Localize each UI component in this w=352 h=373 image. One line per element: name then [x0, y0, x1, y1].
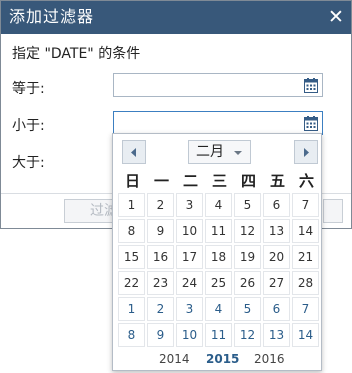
day-cell[interactable]: 14	[292, 323, 319, 347]
less-than-date-field[interactable]	[113, 111, 323, 135]
day-cell[interactable]: 11	[205, 323, 232, 347]
dialog-title: 添加过滤器	[9, 7, 95, 26]
day-cell[interactable]: 27	[263, 271, 290, 295]
weekday-label: 日	[124, 172, 140, 190]
weekday-label: 五	[269, 172, 285, 190]
day-cell[interactable]: 13	[263, 219, 290, 243]
secondary-footer-button[interactable]	[323, 199, 343, 223]
day-cell[interactable]: 26	[234, 271, 261, 295]
chevron-right-icon	[304, 148, 309, 157]
less-than-label: 小于:	[12, 118, 45, 134]
year-option[interactable]: 2014	[159, 352, 190, 366]
greater-than-label: 大于:	[12, 155, 45, 171]
day-cell[interactable]: 4	[205, 297, 232, 321]
day-cell[interactable]: 9	[147, 219, 174, 243]
year-option[interactable]: 2016	[254, 352, 285, 366]
day-cell[interactable]: 9	[147, 323, 174, 347]
day-cell[interactable]: 24	[176, 271, 203, 295]
weekday-label: 六	[298, 172, 314, 190]
equals-date-field[interactable]	[113, 73, 323, 97]
day-cell[interactable]: 20	[263, 245, 290, 269]
day-cell[interactable]: 7	[292, 193, 319, 217]
month-select[interactable]: 二月	[188, 140, 251, 164]
day-cell[interactable]: 17	[176, 245, 203, 269]
month-label: 二月	[196, 144, 224, 160]
day-cell[interactable]: 5	[234, 297, 261, 321]
day-cell[interactable]: 5	[234, 193, 261, 217]
weekday-label: 三	[211, 172, 227, 190]
day-cell[interactable]: 19	[234, 245, 261, 269]
year-option-selected[interactable]: 2015	[206, 352, 239, 366]
day-cell[interactable]: 2	[147, 297, 174, 321]
day-cell[interactable]: 6	[263, 193, 290, 217]
weekday-label: 四	[240, 172, 256, 190]
day-cell[interactable]: 21	[292, 245, 319, 269]
date-picker-popup: 二月 日一二三四五六 1 2 3 4 5 6 7 8 9 10 11 12 13 14 15 16 17 18 19…	[112, 133, 322, 371]
day-cell[interactable]: 12	[234, 323, 261, 347]
equals-label: 等于:	[12, 81, 45, 97]
day-cell[interactable]: 6	[263, 297, 290, 321]
weekday-label: 二	[182, 172, 198, 190]
chevron-down-icon	[234, 151, 242, 155]
day-cell[interactable]: 14	[292, 219, 319, 243]
weekday-header: 日一二三四五六	[118, 170, 320, 190]
day-cell[interactable]: 7	[292, 297, 319, 321]
day-cell[interactable]: 18	[205, 245, 232, 269]
less-than-date-input[interactable]	[114, 112, 310, 134]
next-month-button[interactable]	[294, 140, 318, 164]
day-cell[interactable]: 13	[263, 323, 290, 347]
day-cell[interactable]: 3	[176, 193, 203, 217]
calendar-icon[interactable]	[304, 116, 318, 131]
day-cell[interactable]: 8	[118, 323, 145, 347]
day-cell[interactable]: 3	[176, 297, 203, 321]
day-cell[interactable]: 15	[118, 245, 145, 269]
day-cell[interactable]: 12	[234, 219, 261, 243]
prev-month-button[interactable]	[122, 140, 146, 164]
day-cell[interactable]: 1	[118, 297, 145, 321]
day-cell[interactable]: 2	[147, 193, 174, 217]
day-cell[interactable]: 22	[118, 271, 145, 295]
day-cell[interactable]: 11	[205, 219, 232, 243]
day-cell[interactable]: 1	[118, 193, 145, 217]
day-cell[interactable]: 16	[147, 245, 174, 269]
calendar-icon[interactable]	[304, 78, 318, 93]
dialog-titlebar: 添加过滤器 ✕	[1, 1, 351, 34]
day-cell[interactable]: 8	[118, 219, 145, 243]
condition-subtitle: 指定 "DATE" 的条件	[12, 46, 141, 62]
weekday-label: 一	[153, 172, 169, 190]
close-icon[interactable]: ✕	[325, 5, 347, 29]
day-cell[interactable]: 10	[176, 323, 203, 347]
day-cell[interactable]: 25	[205, 271, 232, 295]
day-cell[interactable]: 4	[205, 193, 232, 217]
chevron-left-icon	[131, 148, 136, 157]
day-cell[interactable]: 23	[147, 271, 174, 295]
year-strip: 2014 2015 2016	[113, 352, 321, 368]
day-cell[interactable]: 28	[292, 271, 319, 295]
day-cell[interactable]: 10	[176, 219, 203, 243]
equals-date-input[interactable]	[114, 74, 310, 96]
